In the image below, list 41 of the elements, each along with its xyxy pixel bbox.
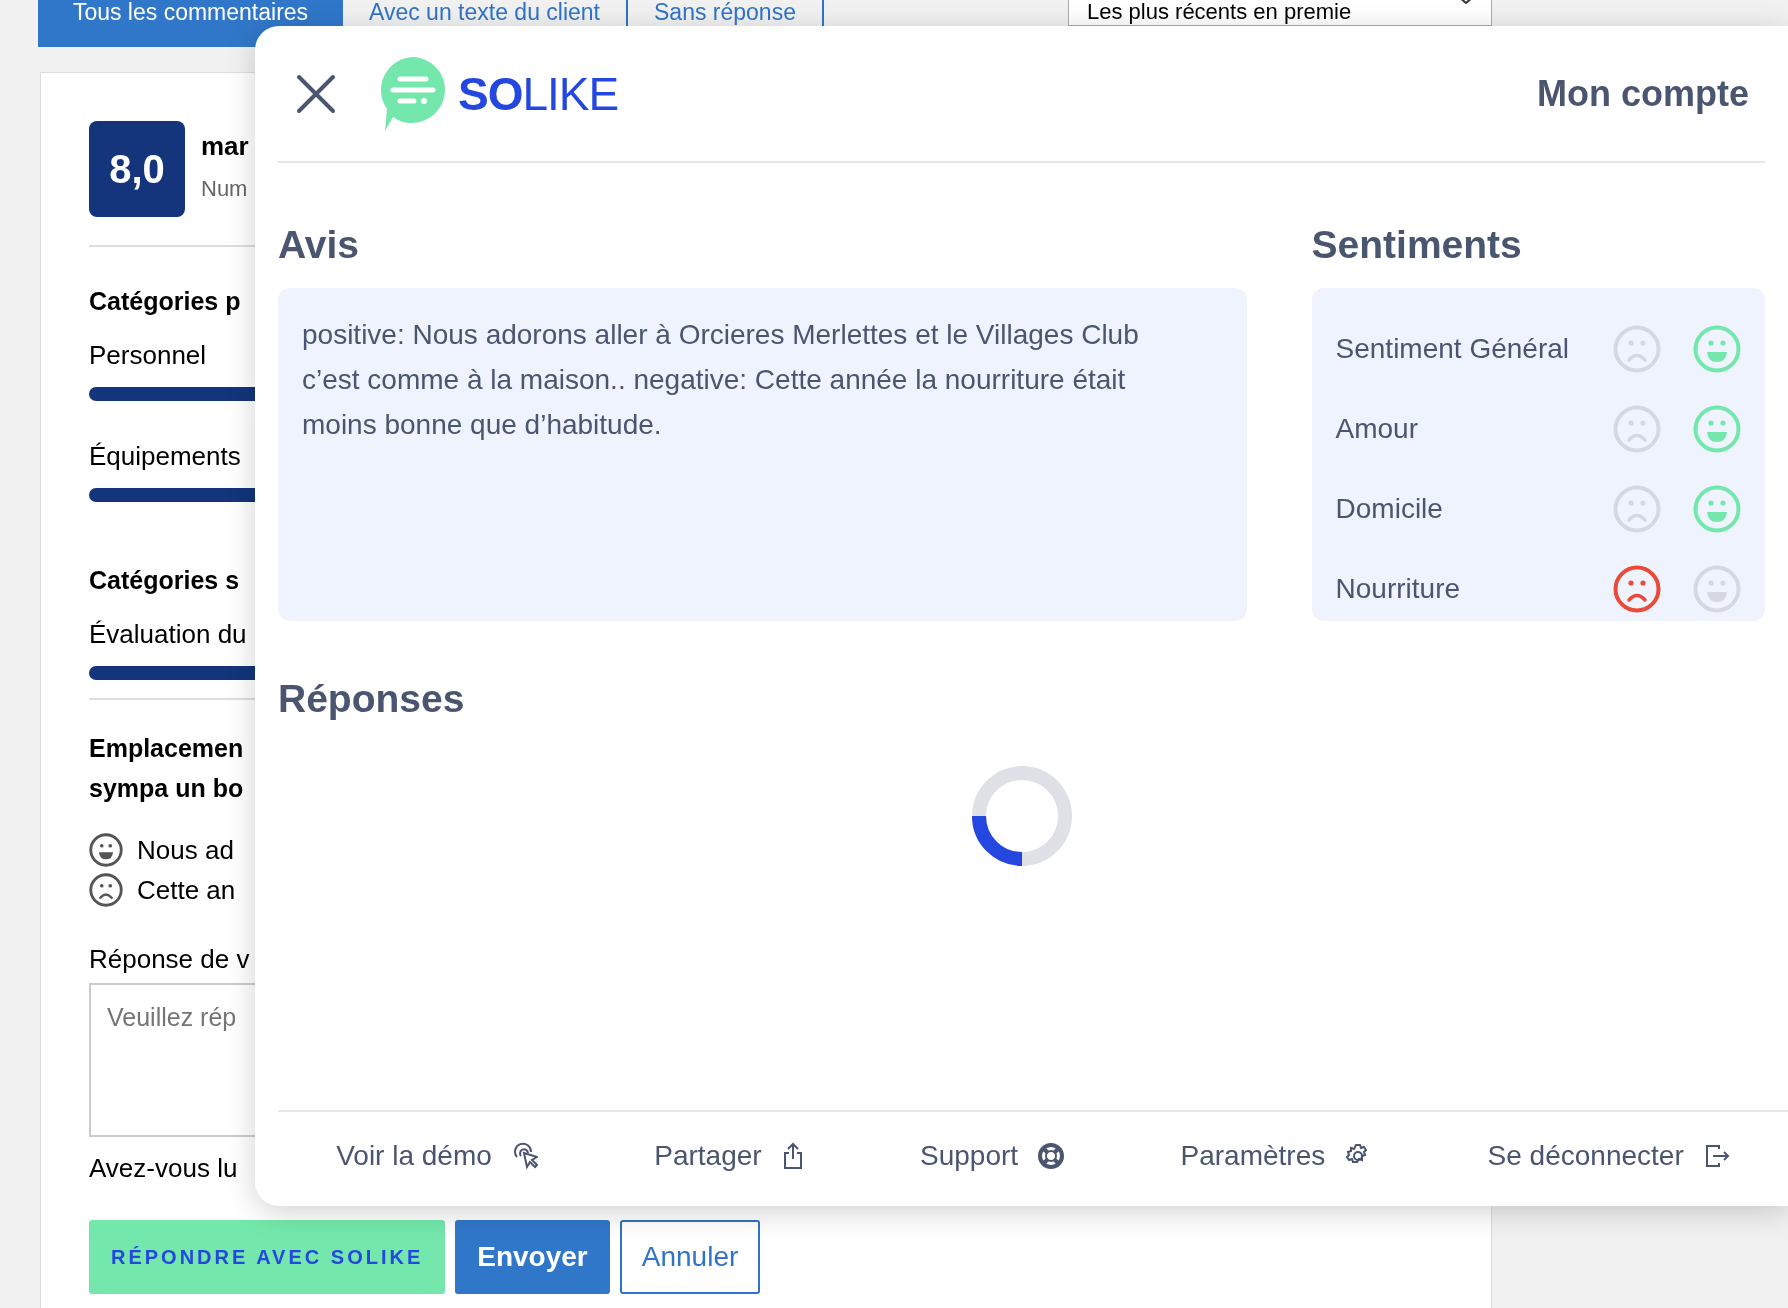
sort-dropdown[interactable]: Les plus récents en premie	[1068, 0, 1492, 26]
share-link[interactable]: Partager	[648, 1139, 810, 1173]
section-heading: Avis	[278, 225, 360, 264]
sentiment-label: Amour	[1335, 413, 1419, 445]
reviewer-info: Num	[201, 176, 249, 202]
review-title: Emplacemen sympa un bo	[89, 733, 244, 804]
logout-icon	[1703, 1143, 1730, 1169]
section-heading: Sentiments	[1311, 225, 1523, 264]
category-heading: Catégories s	[89, 566, 240, 595]
pointer-click-icon	[511, 1142, 538, 1170]
share-icon	[781, 1142, 804, 1170]
category-heading: Catégories p	[89, 287, 241, 316]
sentiment-label: Domicile	[1335, 493, 1444, 525]
support-link[interactable]: Support	[914, 1139, 1071, 1173]
cancel-button[interactable]: Annuler	[619, 1220, 761, 1294]
account-link[interactable]: Mon compte	[1537, 72, 1749, 115]
send-button[interactable]: Envoyer	[455, 1220, 610, 1294]
settings-link[interactable]: Paramètres	[1174, 1139, 1378, 1173]
review-line: Nous ad	[137, 834, 234, 866]
score-badge: 8,0	[89, 121, 185, 217]
reply-hint: Avez-vous lu	[89, 1153, 238, 1184]
smiley-icon	[89, 833, 123, 867]
reviewer-name: mar	[201, 131, 250, 162]
ai-reply-button[interactable]: RÉPONDRE AVEC SOLIKE	[89, 1220, 446, 1294]
sentiment-label: Nourriture	[1335, 573, 1462, 605]
lifebuoy-icon	[1038, 1143, 1065, 1169]
category-label: Personnel	[89, 340, 207, 371]
review-text: positive: Nous adorons aller à Orcieres Merlettes et le Villages Club c’est comme à la maison.. negative: Cette année la nourriture était moins bonne que d’habitude.	[302, 319, 1139, 440]
category-label: Équipements	[89, 441, 241, 472]
reply-field[interactable]: Veuillez rép	[89, 983, 255, 1137]
review-line: Cette an	[137, 874, 236, 906]
section-heading: Réponses	[278, 679, 466, 718]
reply-label: Réponse de v	[89, 944, 250, 975]
chat-bubble-icon	[378, 54, 448, 133]
brand-logo: SOLIKE	[458, 66, 619, 121]
sentiment-label: Sentiment Général	[1335, 333, 1570, 365]
logout-link[interactable]: Se déconnecter	[1481, 1139, 1736, 1173]
close-icon	[296, 73, 336, 114]
category-label: Évaluation du	[89, 619, 247, 650]
demo-link[interactable]: Voir la démo	[330, 1139, 544, 1173]
sad-face-icon	[89, 873, 123, 907]
